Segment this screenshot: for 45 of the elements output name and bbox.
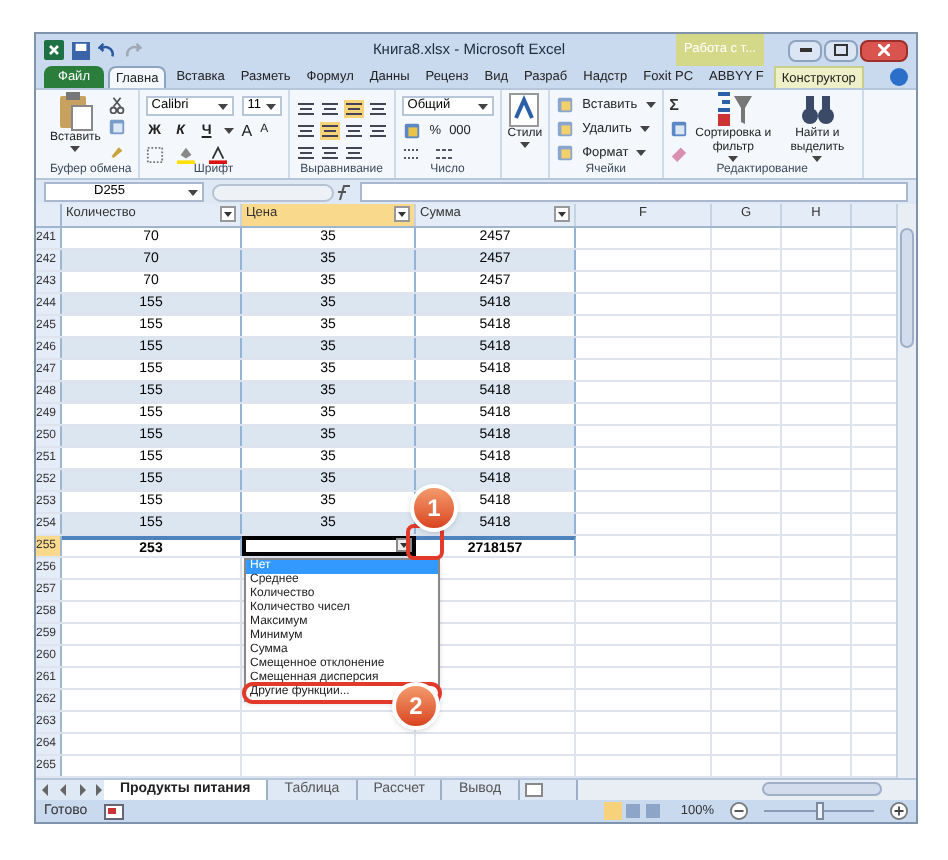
font-color-icon[interactable]	[207, 146, 228, 165]
redo-icon	[124, 41, 142, 59]
caret-icon	[217, 103, 228, 110]
filter-button[interactable]	[554, 206, 570, 223]
horizontal-scrollbar[interactable]	[576, 779, 916, 800]
fill-icon[interactable]	[669, 120, 688, 139]
decrease-decimal-icon[interactable]	[433, 146, 454, 163]
close-icon	[878, 44, 890, 56]
grow-font-button[interactable]: A	[241, 122, 253, 141]
excel-logo-icon	[44, 40, 64, 60]
macro-record-icon[interactable]	[103, 803, 124, 819]
caret-icon	[188, 189, 198, 195]
filter-button[interactable]	[394, 206, 410, 223]
help-icon[interactable]	[890, 68, 908, 87]
new-sheet-icon[interactable]	[519, 779, 548, 800]
caret-icon	[519, 142, 530, 149]
sort-filter-icon	[713, 92, 754, 129]
caret-icon	[477, 103, 488, 110]
formula-input[interactable]	[360, 182, 908, 202]
minimize-icon	[799, 48, 811, 52]
borders-icon[interactable]	[145, 146, 164, 165]
caret-icon	[70, 146, 81, 153]
increase-decimal-icon[interactable]	[401, 146, 422, 163]
minimize-button[interactable]	[788, 39, 822, 61]
zoom-out-icon[interactable]	[730, 802, 748, 820]
zoom-slider-thumb[interactable]	[815, 802, 823, 820]
close-button[interactable]	[860, 39, 908, 61]
caret-icon	[223, 128, 234, 135]
maximize-button[interactable]	[824, 39, 858, 61]
caret-icon	[636, 150, 647, 157]
vertical-scrollbar[interactable]	[896, 203, 916, 778]
currency-icon[interactable]	[401, 122, 422, 141]
selected-cell[interactable]	[242, 535, 416, 556]
zoom-in-icon[interactable]	[890, 802, 908, 820]
save-icon[interactable]	[72, 41, 90, 59]
caret-icon	[639, 126, 650, 133]
caret-icon	[265, 103, 276, 110]
filter-button[interactable]	[220, 206, 236, 223]
undo-icon[interactable]	[98, 41, 116, 59]
fill-color-icon[interactable]	[175, 146, 196, 165]
restore-icon	[834, 44, 848, 56]
caret-icon	[645, 102, 656, 109]
autosum-button[interactable]: Σ	[669, 96, 679, 115]
scissors-icon[interactable]	[108, 96, 127, 115]
binoculars-icon	[799, 92, 836, 129]
